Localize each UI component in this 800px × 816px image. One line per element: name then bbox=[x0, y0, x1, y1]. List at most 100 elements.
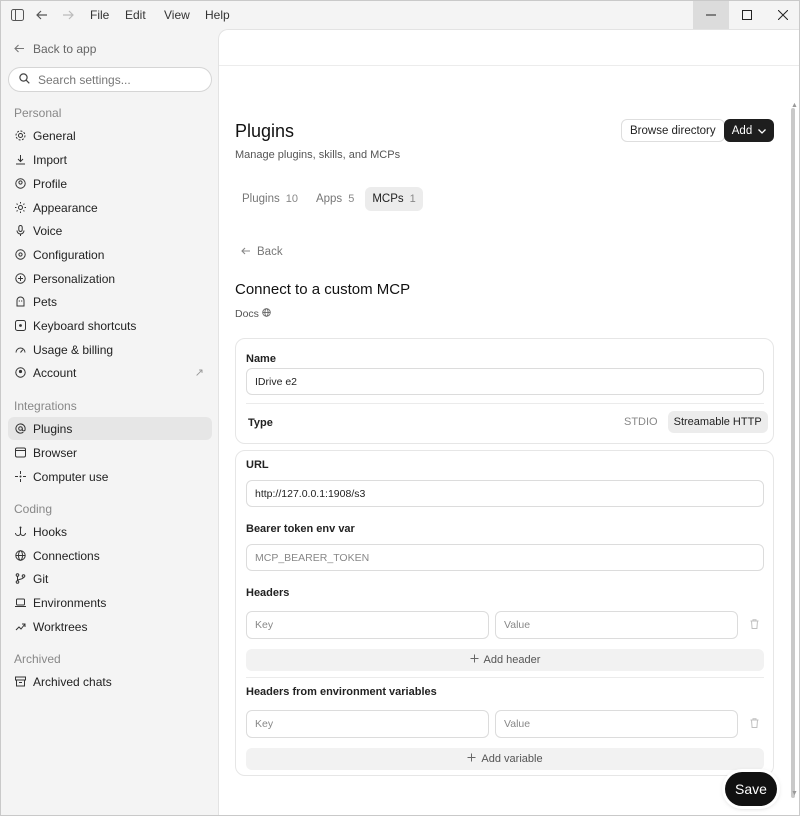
env-value-field[interactable] bbox=[495, 710, 738, 738]
tab-label: MCPs bbox=[372, 193, 404, 205]
menu-file[interactable]: File bbox=[90, 8, 109, 22]
main-top-bar bbox=[219, 30, 799, 66]
docs-label: Docs bbox=[235, 308, 259, 320]
sidebar-item-worktrees[interactable]: Worktrees bbox=[8, 615, 212, 638]
sidebar-item-label: Computer use bbox=[33, 469, 109, 484]
at-icon bbox=[14, 423, 26, 435]
add-header-button[interactable]: Add header bbox=[246, 649, 764, 671]
page-title: Plugins bbox=[235, 121, 295, 141]
docs-link[interactable]: Docs bbox=[235, 308, 271, 320]
bearer-token-field[interactable] bbox=[246, 544, 764, 571]
sidebar-item-label: Account bbox=[33, 365, 77, 380]
header-value-field[interactable] bbox=[495, 611, 738, 639]
tab-label: Plugins bbox=[242, 193, 280, 205]
url-field[interactable] bbox=[246, 480, 764, 507]
scrollbar[interactable] bbox=[790, 100, 796, 800]
headers-label: Headers bbox=[246, 587, 290, 599]
sidebar-item-pets[interactable]: Pets bbox=[8, 290, 212, 313]
menu-edit[interactable]: Edit bbox=[125, 8, 146, 22]
tab-bar: Plugins 10 Apps 5 MCPs 1 bbox=[235, 187, 423, 211]
section-title-personal: Personal bbox=[14, 106, 62, 120]
close-button[interactable] bbox=[765, 1, 800, 29]
back-arrow-icon[interactable] bbox=[35, 8, 49, 22]
plus-icon bbox=[467, 753, 476, 765]
sidebar-item-personalization[interactable]: Personalization bbox=[8, 267, 212, 290]
sun-icon bbox=[14, 202, 26, 214]
divider bbox=[246, 403, 764, 404]
sidebar-item-label: Personalization bbox=[33, 271, 116, 286]
external-link-icon: ↗ bbox=[194, 367, 204, 379]
back-label: Back bbox=[257, 246, 283, 258]
sidebar-item-keyboard-shortcuts[interactable]: Keyboard shortcuts bbox=[8, 314, 212, 337]
bearer-token-input[interactable] bbox=[255, 551, 763, 564]
scrollbar-thumb[interactable] bbox=[791, 108, 795, 798]
sidebar-item-label: Git bbox=[33, 571, 49, 586]
sidebar-item-configuration[interactable]: Configuration bbox=[8, 243, 212, 266]
user-circle-icon bbox=[14, 178, 26, 190]
trash-icon[interactable] bbox=[750, 718, 759, 731]
sidebar-item-label: Hooks bbox=[33, 524, 68, 539]
name-input[interactable] bbox=[255, 375, 763, 388]
save-button[interactable]: Save bbox=[725, 772, 777, 806]
pet-icon bbox=[14, 296, 26, 308]
section-heading: Connect to a custom MCP bbox=[235, 281, 411, 298]
header-key-field[interactable] bbox=[246, 611, 489, 639]
sidebar-item-label: Import bbox=[33, 152, 68, 167]
env-key-input[interactable] bbox=[255, 718, 488, 730]
tab-plugins[interactable]: Plugins 10 bbox=[235, 187, 305, 211]
sidebar-item-account[interactable]: Account ↗ bbox=[8, 361, 212, 384]
globe-icon bbox=[14, 550, 26, 562]
add-variable-button[interactable]: Add variable bbox=[246, 748, 764, 770]
url-input[interactable] bbox=[255, 487, 763, 500]
header-key-input[interactable] bbox=[255, 619, 488, 631]
add-header-label: Add header bbox=[483, 654, 541, 666]
sidebar-item-import[interactable]: Import bbox=[8, 148, 212, 171]
sidebar-toggle-icon[interactable] bbox=[10, 8, 24, 22]
type-option-stdio[interactable]: STDIO bbox=[618, 411, 664, 433]
maximize-button[interactable] bbox=[729, 1, 765, 29]
browser-icon bbox=[14, 447, 26, 459]
tab-mcps[interactable]: MCPs 1 bbox=[365, 187, 423, 211]
sparkle-circle-icon bbox=[14, 273, 26, 285]
plus-icon bbox=[470, 654, 479, 666]
sidebar-item-appearance[interactable]: Appearance bbox=[8, 196, 212, 219]
sidebar-item-usage-billing[interactable]: Usage & billing bbox=[8, 338, 212, 361]
back-link[interactable]: Back bbox=[241, 246, 283, 258]
name-field[interactable] bbox=[246, 368, 764, 395]
env-value-input[interactable] bbox=[504, 718, 737, 730]
sidebar-item-browser[interactable]: Browser bbox=[8, 441, 212, 464]
back-to-app-link[interactable]: Back to app bbox=[14, 42, 96, 56]
section-title-archived: Archived bbox=[14, 652, 61, 666]
tab-apps[interactable]: Apps 5 bbox=[309, 187, 361, 211]
sidebar-item-label: Plugins bbox=[33, 421, 73, 436]
menu-help[interactable]: Help bbox=[205, 8, 230, 22]
search-icon bbox=[19, 72, 30, 87]
browse-directory-button[interactable]: Browse directory bbox=[621, 119, 725, 142]
sidebar-item-archived-chats[interactable]: Archived chats bbox=[8, 670, 212, 693]
sidebar-item-connections[interactable]: Connections bbox=[8, 544, 212, 567]
minimize-button[interactable] bbox=[693, 1, 729, 29]
tab-count: 5 bbox=[348, 193, 355, 205]
search-input[interactable] bbox=[38, 72, 198, 87]
forward-arrow-icon[interactable] bbox=[61, 8, 75, 22]
settings-icon bbox=[14, 249, 26, 261]
env-key-field[interactable] bbox=[246, 710, 489, 738]
sidebar-item-label: Voice bbox=[33, 223, 63, 238]
add-button[interactable]: Add bbox=[724, 119, 774, 142]
trash-icon[interactable] bbox=[750, 619, 759, 632]
sidebar-item-plugins[interactable]: Plugins bbox=[8, 417, 212, 440]
scroll-down-arrow-icon[interactable]: ▼ bbox=[791, 790, 798, 797]
sidebar-item-profile[interactable]: Profile bbox=[8, 172, 212, 195]
sidebar-item-environments[interactable]: Environments bbox=[8, 591, 212, 614]
header-value-input[interactable] bbox=[504, 619, 737, 631]
sidebar-item-label: General bbox=[33, 128, 76, 143]
main-panel: Plugins Manage plugins, skills, and MCPs… bbox=[218, 29, 799, 815]
search-box[interactable] bbox=[8, 67, 212, 92]
sidebar-item-git[interactable]: Git bbox=[8, 567, 212, 590]
sidebar-item-voice[interactable]: Voice bbox=[8, 219, 212, 242]
sidebar-item-computer-use[interactable]: Computer use bbox=[8, 465, 212, 488]
menu-view[interactable]: View bbox=[164, 8, 190, 22]
sidebar-item-general[interactable]: General bbox=[8, 124, 212, 147]
sidebar-item-hooks[interactable]: Hooks bbox=[8, 520, 212, 543]
type-option-streamable-http[interactable]: Streamable HTTP bbox=[667, 411, 768, 433]
